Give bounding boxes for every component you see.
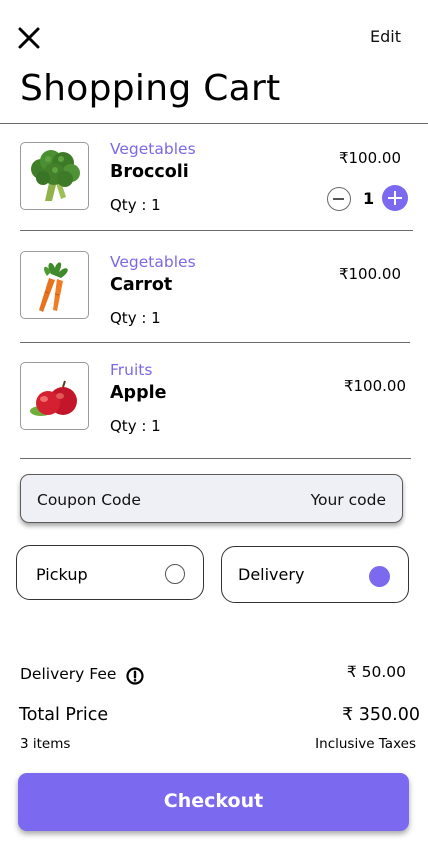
total-price-value: ₹ 350.00 [342, 705, 420, 725]
carrot-image [20, 251, 89, 319]
pickup-option[interactable]: Pickup [16, 545, 204, 600]
increase-quantity-button[interactable] [382, 185, 408, 211]
item-name: Carrot [110, 275, 173, 295]
item-price: ₹100.00 [343, 377, 406, 395]
edit-button[interactable]: Edit [370, 27, 401, 46]
item-name: Broccoli [110, 162, 189, 182]
pickup-label: Pickup [36, 565, 88, 584]
close-button[interactable] [18, 27, 40, 49]
item-price: ₹100.00 [338, 265, 401, 283]
item-category: Vegetables [110, 253, 196, 271]
item-qty: Qty : 1 [110, 417, 161, 435]
item-divider [20, 458, 411, 459]
item-price: ₹100.00 [338, 149, 401, 167]
delivery-option[interactable]: Delivery [221, 546, 409, 603]
item-divider [20, 342, 410, 343]
item-qty: Qty : 1 [110, 309, 161, 327]
taxes-note: Inclusive Taxes [315, 736, 416, 752]
pickup-radio[interactable] [165, 564, 185, 584]
item-category: Vegetables [110, 140, 196, 158]
broccoli-image [20, 142, 89, 210]
total-price-label: Total Price [19, 705, 109, 725]
checkout-button[interactable]: Checkout [18, 773, 409, 831]
decrease-quantity-button[interactable] [327, 187, 351, 211]
close-icon [18, 27, 40, 49]
item-category: Fruits [110, 361, 153, 379]
item-name: Apple [110, 383, 167, 403]
coupon-label: Coupon Code [37, 491, 141, 509]
items-count: 3 items [20, 736, 71, 752]
item-qty: Qty : 1 [110, 196, 161, 214]
coupon-field[interactable]: Coupon Code Your code [20, 474, 403, 523]
item-divider [20, 230, 413, 231]
delivery-label: Delivery [238, 565, 305, 584]
header-divider [0, 123, 428, 124]
page-title: Shopping Cart [20, 68, 281, 109]
quantity-value: 1 [363, 189, 375, 208]
delivery-fee-label: Delivery Fee [20, 665, 117, 683]
delivery-radio[interactable] [369, 566, 390, 587]
info-icon[interactable] [126, 667, 144, 685]
delivery-fee-value: ₹ 50.00 [346, 663, 406, 681]
apple-image [20, 362, 89, 430]
coupon-input[interactable]: Your code [311, 491, 386, 509]
